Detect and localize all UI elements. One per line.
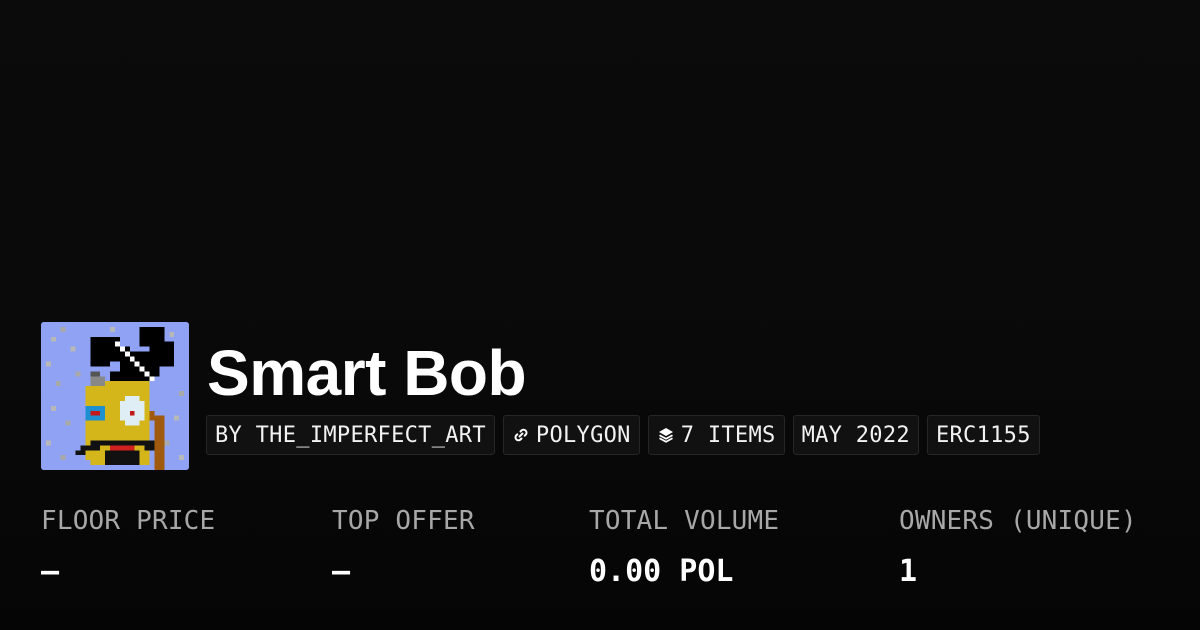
layers-icon (657, 426, 675, 444)
pixel-art-character-icon (41, 322, 189, 470)
total-volume-stat: TOTAL VOLUME 0.00 POL (589, 504, 779, 590)
standard-tag-label: ERC1155 (935, 422, 1031, 448)
collection-title: Smart Bob (207, 337, 527, 409)
chain-tag-label: POLYGON (535, 422, 631, 448)
floor-price-value: – (41, 554, 60, 589)
top-offer-stat: TOP OFFER – (332, 504, 475, 590)
date-tag-label: MAY 2022 (801, 422, 910, 448)
items-tag-label: 7 ITEMS (680, 422, 776, 448)
date-tag: MAY 2022 (792, 415, 919, 455)
top-offer-label: TOP OFFER (332, 506, 475, 536)
floor-price-label: FLOOR PRICE (41, 506, 216, 536)
items-tag[interactable]: 7 ITEMS (647, 415, 785, 455)
creator-tag-label: BY THE_IMPERFECT_ART (215, 422, 486, 448)
collection-avatar (41, 322, 189, 470)
top-offer-value: – (332, 554, 351, 589)
owners-stat: OWNERS (UNIQUE) 1 (899, 504, 1137, 590)
creator-tag[interactable]: BY THE_IMPERFECT_ART (206, 415, 495, 455)
chain-link-icon (512, 426, 530, 444)
owners-label: OWNERS (UNIQUE) (899, 506, 1137, 536)
total-volume-label: TOTAL VOLUME (589, 506, 780, 536)
total-volume-value: 0.00 POL (589, 554, 734, 589)
standard-tag: ERC1155 (926, 415, 1040, 455)
collection-tags: BY THE_IMPERFECT_ART POLYGON 7 ITEMS MAY… (206, 415, 1040, 455)
floor-price-stat: FLOOR PRICE – (41, 504, 215, 590)
owners-value: 1 (899, 554, 918, 589)
chain-tag[interactable]: POLYGON (502, 415, 640, 455)
